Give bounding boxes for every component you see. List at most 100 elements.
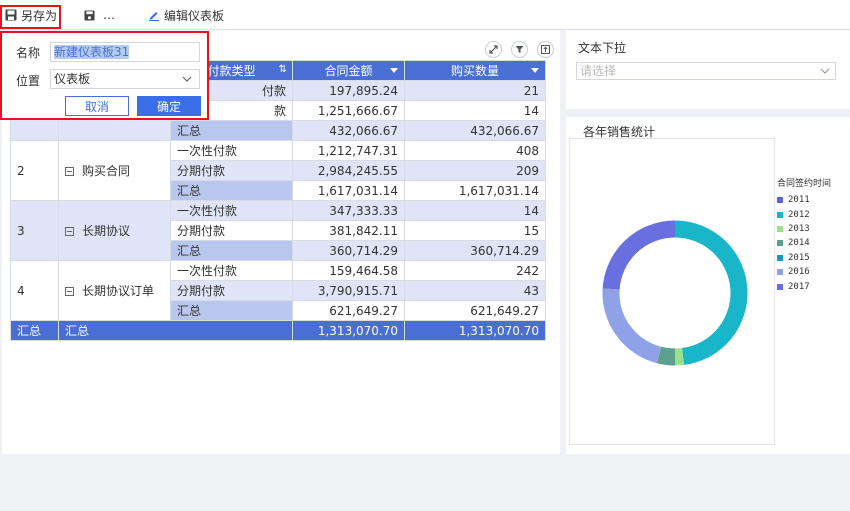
donut-slice[interactable] [602, 220, 676, 290]
subtotal-label: 汇总 [170, 180, 293, 201]
payment-type-cell: 一次性付款 [170, 200, 293, 221]
subtotal-label: 汇总 [170, 300, 293, 321]
chart-widget: 各年销售统计 合同签约时间 2011 2012 2013 2014 2015 2016 20… [566, 117, 850, 454]
grand-total-index: 汇总 [10, 320, 59, 341]
amount-cell: 3,790,915.71 [292, 280, 405, 301]
collapse-icon[interactable] [65, 287, 74, 296]
payment-type-cell: 分期付款 [170, 280, 293, 301]
donut-slice[interactable] [602, 288, 662, 364]
qty-cell: 432,066.67 [404, 120, 546, 141]
text-dropdown-select[interactable]: 请选择 [576, 62, 836, 80]
qty-cell: 209 [404, 160, 546, 181]
header-purchase-qty[interactable]: 购买数量 [404, 60, 546, 81]
legend-label: 2011 [788, 195, 810, 206]
amount-cell: 1,212,747.31 [292, 140, 405, 161]
qty-cell: 408 [404, 140, 546, 161]
legend-item[interactable]: 2012 [777, 207, 831, 221]
chevron-down-icon [182, 76, 192, 82]
save-as-highlight [0, 5, 61, 29]
amount-cell: 621,649.27 [292, 300, 405, 321]
collapse-icon[interactable] [65, 227, 74, 236]
legend-label: 2015 [788, 252, 810, 263]
grand-total-qty: 1,313,070.70 [404, 320, 546, 341]
row-category[interactable]: 长期协议订单 [58, 260, 171, 321]
chart-area [569, 138, 775, 445]
qty-cell: 15 [404, 220, 546, 241]
qty-cell: 43 [404, 280, 546, 301]
legend-swatch [777, 211, 783, 218]
row-category[interactable]: 购买合同 [58, 140, 171, 201]
donut-chart [602, 220, 748, 366]
row-index: 4 [10, 260, 59, 321]
legend-item[interactable]: 2015 [777, 251, 831, 265]
text-dropdown-widget: 文本下拉 请选择 [566, 31, 850, 109]
grand-total-amount: 1,313,070.70 [292, 320, 405, 341]
cancel-button[interactable]: 取消 [65, 96, 129, 116]
qty-cell: 14 [404, 100, 546, 121]
table-toolbar [476, 41, 554, 58]
legend-item[interactable]: 2011 [777, 193, 831, 207]
legend-label: 2012 [788, 209, 810, 220]
collapse-icon[interactable] [65, 167, 74, 176]
chart-legend: 合同签约时间 2011 2012 2013 2014 2015 2016 2017 [777, 176, 831, 294]
expand-icon[interactable] [485, 41, 502, 58]
dropdown-arrow-icon[interactable] [390, 68, 398, 73]
save-button[interactable]: … [84, 0, 115, 30]
qty-cell: 14 [404, 200, 546, 221]
edit-dashboard-label: 编辑仪表板 [164, 8, 225, 23]
amount-cell: 1,617,031.14 [292, 180, 405, 201]
amount-cell: 360,714.29 [292, 240, 405, 261]
name-input[interactable]: 新建仪表板31 [50, 42, 200, 62]
donut-slice[interactable] [656, 346, 676, 366]
save-more-label: … [103, 8, 115, 22]
qty-cell: 242 [404, 260, 546, 281]
amount-cell: 381,842.11 [292, 220, 405, 241]
donut-slice[interactable] [674, 220, 748, 365]
header-contract-amount[interactable]: 合同金额 [292, 60, 405, 81]
legend-swatch [777, 283, 783, 290]
toolbar: 另存为 … 编辑仪表板 [0, 0, 850, 30]
legend-item[interactable]: 2014 [777, 236, 831, 250]
qty-cell: 360,714.29 [404, 240, 546, 261]
sort-icon[interactable]: ⇅ [279, 64, 287, 75]
table-row: 2 购买合同 一次性付款 1,212,747.31 408 [10, 140, 546, 201]
export-icon[interactable] [537, 41, 554, 58]
legend-label: 2014 [788, 238, 810, 249]
edit-dashboard-button[interactable]: 编辑仪表板 [148, 0, 224, 30]
pencil-icon [149, 12, 159, 21]
payment-type-cell: 一次性付款 [170, 260, 293, 281]
subtotal-label: 汇总 [170, 120, 293, 141]
location-select-value: 仪表板 [54, 72, 91, 86]
amount-cell: 197,895.24 [292, 80, 405, 101]
location-select[interactable]: 仪表板 [50, 69, 200, 89]
legend-swatch [777, 225, 783, 232]
filter-icon[interactable] [511, 41, 528, 58]
row-category[interactable]: 长期协议 [58, 200, 171, 261]
legend-item[interactable]: 2017 [777, 279, 831, 293]
name-input-value: 新建仪表板31 [54, 45, 130, 59]
payment-type-cell: 分期付款 [170, 220, 293, 241]
donut-slice[interactable] [674, 348, 685, 366]
dropdown-arrow-icon[interactable] [531, 68, 539, 73]
ok-button[interactable]: 确定 [137, 96, 201, 116]
legend-item[interactable]: 2016 [777, 265, 831, 279]
save-as-dialog: 名称 新建仪表板31 位置 仪表板 取消 确定 [0, 31, 209, 120]
amount-cell: 1,251,666.67 [292, 100, 405, 121]
table-row: 4 长期协议订单 一次性付款 159,464.58 242 [10, 260, 546, 321]
legend-swatch [777, 269, 783, 276]
legend-label: 2016 [788, 267, 810, 278]
text-dropdown-title: 文本下拉 [578, 41, 627, 55]
legend-swatch [777, 240, 783, 247]
amount-cell: 159,464.58 [292, 260, 405, 281]
grand-total-label: 汇总 [58, 320, 293, 341]
legend-swatch [777, 197, 783, 204]
grand-total-row: 汇总 汇总 1,313,070.70 1,313,070.70 [10, 320, 546, 341]
legend-label: 2017 [788, 281, 810, 292]
legend-item[interactable]: 2013 [777, 222, 831, 236]
amount-cell: 432,066.67 [292, 120, 405, 141]
location-label: 位置 [16, 74, 41, 88]
table-row: 3 长期协议 一次性付款 347,333.33 14 [10, 200, 546, 261]
row-index: 2 [10, 140, 59, 201]
amount-cell: 347,333.33 [292, 200, 405, 221]
qty-cell: 21 [404, 80, 546, 101]
